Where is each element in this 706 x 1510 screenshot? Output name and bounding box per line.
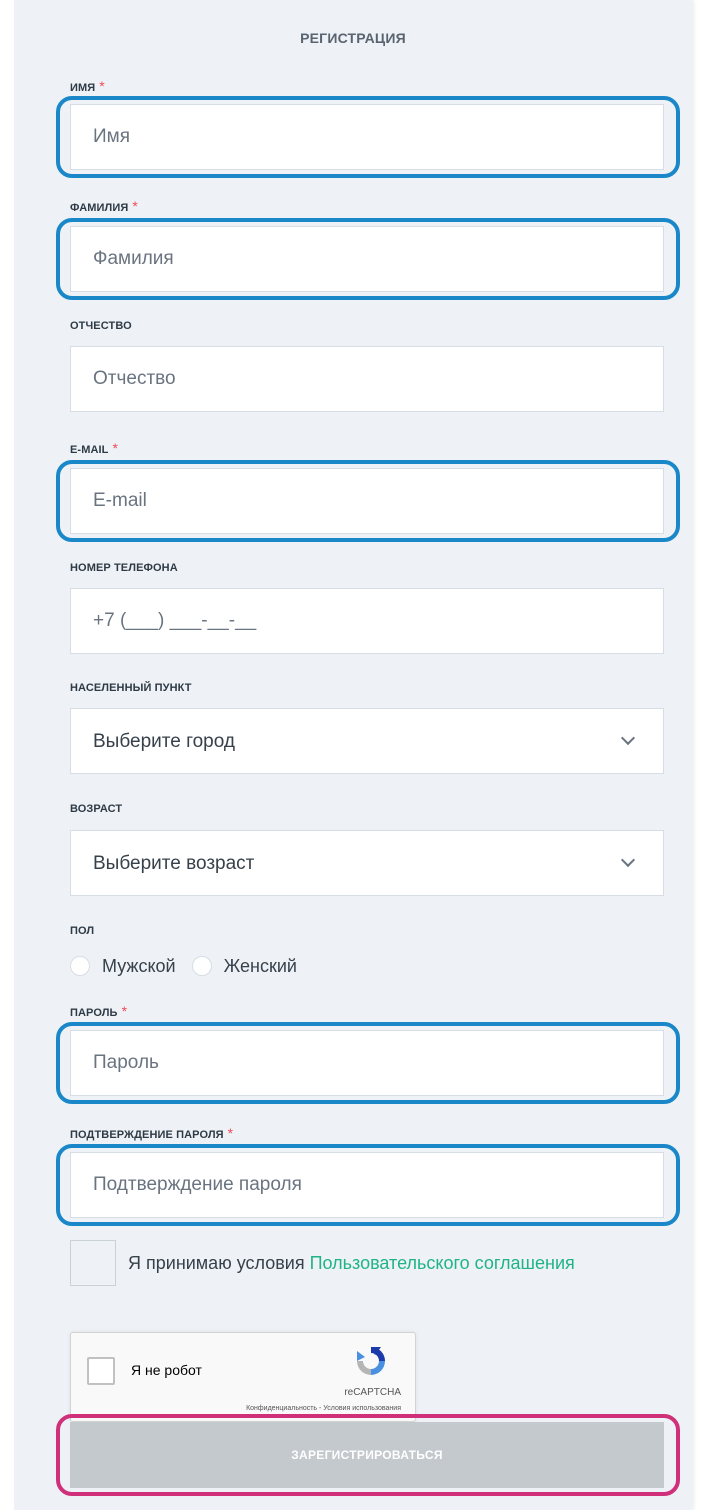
recaptcha-widget: Я не робот reCAPTCHA Конфиденциальность …	[70, 1332, 416, 1422]
required-mark: *	[112, 440, 119, 456]
city-label: НАСЕЛЕННЫЙ ПУНКТ	[70, 682, 192, 694]
password-input[interactable]	[71, 1031, 663, 1095]
gender-female-radio[interactable]: Женский	[191, 955, 297, 977]
age-select-value: Выберите возраст	[93, 853, 255, 874]
email-field[interactable]	[70, 468, 664, 534]
password-field[interactable]	[70, 1030, 664, 1096]
age-select[interactable]: Выберите возраст	[70, 830, 664, 896]
city-select-value: Выберите город	[93, 731, 235, 752]
radio-circle-icon[interactable]	[70, 956, 90, 976]
gender-label: ПОЛ	[70, 925, 95, 937]
first-name-input[interactable]	[71, 105, 663, 169]
last-name-field[interactable]	[70, 226, 664, 292]
phone-field[interactable]	[70, 588, 664, 654]
agreement-text: Я принимаю условия Пользовательского сог…	[128, 1253, 575, 1273]
gender-male-label: Мужской	[102, 955, 176, 976]
chevron-down-icon	[620, 730, 636, 746]
phone-label: НОМЕР ТЕЛЕФОНА	[70, 562, 178, 574]
gender-radio-group: Мужской Женский	[70, 952, 313, 980]
last-name-input[interactable]	[71, 227, 663, 291]
age-label: ВОЗРАСТ	[70, 803, 123, 815]
first-name-label: ИМЯ *	[70, 78, 105, 94]
recaptcha-terms-link[interactable]: Конфиденциальность - Условия использован…	[246, 1405, 401, 1412]
middle-name-input[interactable]	[71, 347, 663, 411]
recaptcha-brand: reCAPTCHA	[344, 1387, 401, 1398]
register-button[interactable]: ЗАРЕГИСТРИРОВАТЬСЯ	[70, 1422, 664, 1488]
email-label: E-MAIL *	[70, 440, 119, 456]
password-confirm-label: ПОДТВЕРЖДЕНИЕ ПАРОЛЯ *	[70, 1125, 234, 1141]
required-mark: *	[227, 1125, 234, 1141]
user-agreement-link[interactable]: Пользовательского соглашения	[310, 1253, 575, 1273]
recaptcha-checkbox[interactable]	[87, 1357, 115, 1385]
radio-circle-icon[interactable]	[191, 956, 212, 976]
middle-name-field[interactable]	[70, 346, 664, 412]
middle-name-label: ОТЧЕСТВО	[70, 320, 132, 332]
first-name-field[interactable]	[70, 104, 664, 170]
recaptcha-label: Я не робот	[131, 1362, 202, 1378]
page-title: РЕГИСТРАЦИЯ	[300, 30, 406, 46]
required-mark: *	[132, 198, 138, 214]
last-name-label: ФАМИЛИЯ *	[70, 198, 138, 214]
agreement-checkbox[interactable]	[70, 1240, 116, 1286]
city-select[interactable]: Выберите город	[70, 708, 664, 774]
required-mark: *	[121, 1003, 128, 1019]
email-input[interactable]	[71, 469, 663, 533]
gender-female-label: Женский	[223, 955, 297, 976]
phone-input[interactable]	[71, 589, 663, 653]
required-mark: *	[99, 78, 105, 94]
password-confirm-field[interactable]	[70, 1152, 664, 1218]
gender-male-radio[interactable]: Мужской	[70, 956, 176, 977]
password-label: ПАРОЛЬ *	[70, 1003, 128, 1019]
recaptcha-logo-icon	[357, 1347, 385, 1375]
password-confirm-input[interactable]	[71, 1153, 663, 1217]
chevron-down-icon	[620, 852, 636, 868]
